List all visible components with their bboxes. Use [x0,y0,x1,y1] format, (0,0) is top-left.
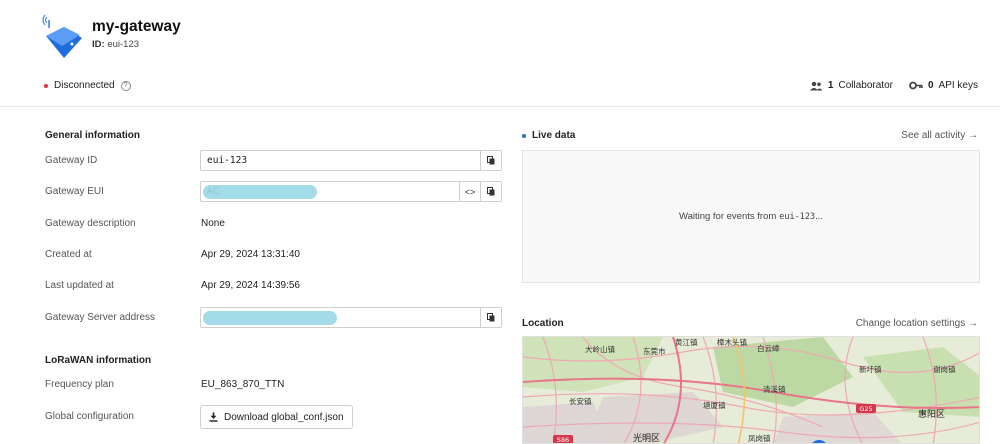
map-label: 东莞市 [643,346,666,356]
gateway-description-label: Gateway description [45,218,136,229]
copy-button[interactable] [480,151,501,170]
map-label: 惠阳区 [918,408,945,420]
people-icon [809,81,823,90]
last-updated-label: Last updated at [45,280,114,291]
waiting-text: Waiting for events from [678,211,777,222]
map-canvas: G25 S86 大岭山镇 东莞市 黄江镇 樟木头镇 白云嶂 清溪镇 塘厦镇 新圩… [523,337,979,444]
gateway-id-value: eui-123 [207,155,248,166]
download-label: Download global_conf.json [224,411,344,423]
copy-icon [487,313,495,322]
live-data-heading: Live data [522,130,575,141]
copy-button[interactable] [480,182,501,201]
map-label: 光明区 [633,432,660,444]
copy-icon [487,156,495,165]
status-dot-icon [44,83,48,88]
map-label: 大岭山镇 [585,344,615,354]
created-at-label: Created at [45,249,92,260]
redaction-mark [203,311,337,325]
live-indicator-icon [522,133,526,138]
live-data-panel: Waiting for events from eui-123 ... [522,150,980,283]
copy-button[interactable] [480,308,501,327]
key-icon [909,81,923,90]
frequency-plan-value: EU_863_870_TTN [201,379,285,390]
download-global-conf-button[interactable]: Download global_conf.json [200,405,353,429]
waiting-gateway-id: eui-123 [779,211,816,222]
map-label: 塘厦镇 [703,400,726,410]
general-information-heading: General information [45,130,141,141]
lorawan-information-heading: LoRaWAN information [45,355,152,366]
gateway-id-label: Gateway ID [45,155,98,166]
gateway-id-subtitle: ID: eui-123 [92,39,140,50]
toggle-format-button[interactable]: <> [459,182,480,201]
gateway-description-value: None [201,218,225,229]
map-label: 凤岗镇 [748,433,771,443]
map-label: S86 [557,436,569,444]
map-label: 白云嶂 [757,343,780,353]
header-divider [0,106,1000,107]
download-icon [209,412,218,422]
status-text: Disconnected [54,80,115,91]
page-title: my-gateway [92,18,181,35]
gateway-eui-field: AC <> [200,181,502,202]
code-icon: <> [464,186,476,197]
location-map[interactable]: G25 S86 大岭山镇 东莞市 黄江镇 樟木头镇 白云嶂 清溪镇 塘厦镇 新圩… [522,336,980,444]
collaborators-link[interactable]: 1 Collaborator [809,80,893,91]
gateway-server-address-field [200,307,502,328]
gateway-server-address-label: Gateway Server address [45,312,156,323]
location-heading: Location [522,318,564,329]
global-configuration-label: Global configuration [45,411,134,422]
gateway-eui-label: Gateway EUI [45,186,104,197]
gateway-server-address-value [201,308,480,327]
copy-icon [487,187,495,196]
map-label: 谢岗镇 [933,364,956,374]
map-label: 清溪镇 [763,384,786,394]
map-label: 长安镇 [569,396,592,406]
redaction-mark [203,185,317,199]
gateway-id-field: eui-123 [200,150,502,171]
last-updated-value: Apr 29, 2024 14:39:56 [201,280,300,291]
gateway-eui-value: AC [201,182,459,201]
created-at-value: Apr 29, 2024 13:31:40 [201,249,300,260]
live-data-title: Live data [532,130,576,141]
map-label: 新圩镇 [859,364,882,374]
change-location-settings-link[interactable]: Change location settings → [856,318,978,329]
help-icon[interactable]: ? [120,80,131,91]
map-label: G25 [859,405,872,413]
gateway-icon [42,14,82,58]
map-label: 樟木头镇 [717,337,747,347]
map-label: 黄江镇 [675,337,698,347]
api-keys-link[interactable]: 0 API keys [909,80,978,91]
see-all-activity-link[interactable]: See all activity → [901,130,978,141]
waiting-ellipsis: ... [815,211,824,222]
connection-status: Disconnected ? [44,80,131,91]
frequency-plan-label: Frequency plan [45,379,114,390]
